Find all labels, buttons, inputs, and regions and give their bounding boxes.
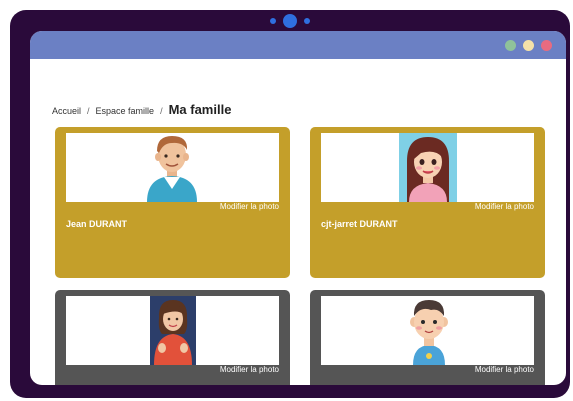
window-titlebar: [30, 31, 566, 59]
page-title: Ma famille: [168, 102, 232, 117]
breadcrumb-family-space-link[interactable]: Espace famille: [96, 106, 155, 116]
member-photo: [321, 133, 534, 202]
browser-window: Accueil / Espace famille / Ma famille Mo…: [30, 31, 566, 385]
girl-photo: [150, 296, 196, 365]
member-name: Jean DURANT: [66, 219, 128, 229]
breadcrumb-home-link[interactable]: Accueil: [52, 106, 81, 116]
camera-indicator: [10, 13, 570, 29]
member-photo: [321, 296, 534, 365]
breadcrumb-separator: /: [87, 106, 90, 116]
modify-photo-link[interactable]: Modifier la photo: [220, 365, 279, 374]
boy-avatar-icon: [410, 300, 448, 365]
modify-photo-link[interactable]: Modifier la photo: [220, 202, 279, 211]
member-photo: [66, 296, 279, 365]
member-card[interactable]: Modifier la photo cjt-jarret DURANT: [310, 127, 545, 278]
breadcrumb: Accueil / Espace famille / Ma famille: [52, 102, 231, 120]
breadcrumb-separator: /: [160, 106, 163, 116]
man-avatar-icon: [147, 136, 197, 202]
indicator-dot: [270, 18, 276, 24]
member-name: cjt-jarret DURANT: [321, 219, 398, 229]
maximize-button[interactable]: [505, 39, 516, 51]
modify-photo-link[interactable]: Modifier la photo: [475, 365, 534, 374]
minimize-button[interactable]: [523, 39, 534, 51]
modify-photo-link[interactable]: Modifier la photo: [475, 202, 534, 211]
member-card[interactable]: Modifier la photo Jean DURANT: [55, 127, 290, 278]
close-button[interactable]: [541, 39, 552, 51]
woman-avatar-icon: [399, 133, 457, 202]
member-card[interactable]: Modifier la photo: [55, 290, 290, 385]
camera-dot: [283, 14, 297, 28]
member-photo: [66, 133, 279, 202]
member-card[interactable]: Modifier la photo: [310, 290, 545, 385]
indicator-dot: [304, 18, 310, 24]
device-frame: Accueil / Espace famille / Ma famille Mo…: [10, 10, 570, 398]
